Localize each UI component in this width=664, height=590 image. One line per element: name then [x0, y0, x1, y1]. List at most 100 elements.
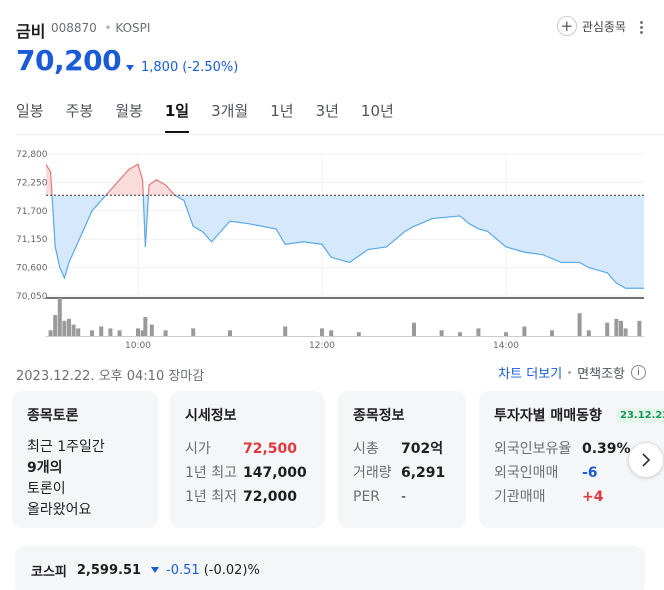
volume-bar	[439, 330, 444, 336]
volume-bar	[62, 320, 67, 336]
volume-bar	[149, 324, 154, 336]
info-icon[interactable]: i	[631, 365, 646, 380]
volume-bar	[163, 330, 168, 336]
index-ticker[interactable]: 코스피 2,599.51 -0.51 (-0.02)%	[15, 546, 645, 590]
investor-row: 외국인매매 -6	[494, 461, 649, 485]
volume-bar	[522, 326, 527, 336]
y-tick-label: 72,800	[16, 150, 48, 160]
volume-bar	[71, 324, 76, 336]
stock-code-market: 008870 • KOSPI	[51, 21, 151, 35]
stock-info-value: 702억	[401, 441, 444, 457]
index-change: -0.51	[151, 563, 200, 578]
volume-bar	[48, 330, 53, 336]
investor-row: 기관매매 +4	[494, 485, 649, 509]
volume-bar	[117, 330, 122, 336]
stock-name: 금비	[16, 22, 46, 41]
tab-1day[interactable]: 1일	[164, 100, 190, 133]
stock-info-row: 시총 702억	[353, 437, 451, 461]
watchlist-label: 관심종목	[581, 19, 626, 34]
volume-bar	[637, 320, 642, 336]
volume-bar	[228, 330, 232, 336]
forum-line-2: 9개의	[27, 460, 63, 476]
forum-line-4: 올라왔어요	[27, 502, 92, 518]
tab-1year[interactable]: 1년	[270, 100, 293, 133]
volume-bar	[90, 330, 94, 336]
volume-bar	[76, 328, 81, 336]
y-tick-label: 70,050	[16, 292, 48, 302]
investor-label: 외국인보유율	[494, 441, 572, 457]
tab-3year[interactable]: 3년	[316, 100, 339, 133]
investor-value: +4	[582, 489, 604, 505]
next-card-button[interactable]	[628, 442, 664, 478]
tabs-divider	[16, 134, 664, 135]
tab-daily[interactable]: 일봉	[16, 100, 44, 133]
market-label: KOSPI	[115, 21, 151, 35]
quote-title: 시세정보	[185, 408, 237, 424]
stock-info-label: 거래량	[353, 465, 392, 481]
volume-bar	[143, 317, 148, 336]
stock-info-value: 6,291	[401, 465, 446, 481]
chevron-right-icon	[642, 453, 651, 467]
market-close-timestamp: 2023.12.22. 오후 04:10 장마감	[16, 369, 205, 384]
volume-bar	[550, 330, 554, 336]
volume-bar	[108, 328, 113, 336]
quote-label: 1년 최고	[185, 465, 237, 481]
volume-bar	[577, 313, 582, 336]
disclaimer-link[interactable]: 면책조항	[577, 363, 625, 382]
period-tabs: 일봉 주봉 월봉 1일 3개월 1년 3년 10년	[16, 100, 416, 133]
watchlist-button[interactable]: + 관심종목	[556, 16, 626, 36]
quote-row: 1년 최고 147,000	[185, 461, 310, 485]
x-tick-label: 14:00	[493, 341, 519, 351]
investor-label: 기관매매	[494, 489, 546, 505]
volume-bar	[412, 322, 416, 336]
volume-bar	[136, 328, 140, 336]
x-tick-label: 12:00	[309, 341, 335, 351]
more-options-icon[interactable]	[634, 16, 648, 38]
stock-header: 금비 008870 • KOSPI + 관심종목	[16, 16, 648, 41]
plus-icon: +	[556, 16, 577, 36]
chart-links: 차트 더보기 면책조항 i	[498, 363, 646, 382]
tab-10year[interactable]: 10년	[361, 100, 394, 133]
y-tick-label: 72,250	[16, 178, 48, 188]
volume-bar	[476, 328, 481, 336]
volume-bar	[605, 322, 610, 336]
y-tick-label: 71,700	[16, 207, 48, 217]
y-tick-label: 70,600	[16, 264, 48, 274]
price-change: 1,800 (-2.50%)	[126, 60, 238, 75]
volume-bar	[458, 332, 462, 336]
quote-row: 시가 72,500	[185, 437, 310, 461]
stock-info-value: -	[401, 489, 407, 505]
down-triangle-icon	[126, 64, 134, 71]
change-value: 1,800	[141, 60, 179, 75]
quote-value: 72,500	[243, 441, 298, 457]
stock-code: 008870	[51, 21, 97, 35]
separator-dot	[568, 371, 572, 374]
investor-value: 0.39%	[582, 441, 631, 457]
price-chart[interactable]: 72,800 72,250 71,700 71,150 70,600 70,050 10:0…	[0, 136, 664, 358]
investor-row: 외국인보유율 0.39%	[494, 437, 649, 461]
volume-bar	[586, 330, 591, 336]
stock-info-row: PER -	[353, 485, 451, 509]
volume-bar	[614, 318, 619, 336]
forum-card[interactable]: 종목토론 최근 1주일간 9개의 토론이 올라왔어요	[12, 391, 158, 528]
current-price: 70,200	[16, 44, 122, 77]
volume-bar	[619, 320, 623, 336]
volume-bar	[67, 318, 71, 336]
tab-monthly[interactable]: 월봉	[115, 100, 143, 133]
tab-weekly[interactable]: 주봉	[66, 100, 94, 133]
quote-card[interactable]: 시세정보 시가 72,500 1년 최고 147,000 1년 최저 72,00…	[170, 391, 325, 528]
volume-bar	[57, 298, 62, 336]
investor-value: -6	[582, 465, 598, 481]
volume-bar	[504, 332, 508, 336]
index-name: 코스피	[31, 564, 67, 580]
forum-line-1: 최근 1주일간	[27, 439, 105, 455]
volume-bar	[623, 328, 628, 336]
stock-info-card[interactable]: 종목정보 시총 702억 거래량 6,291 PER -	[338, 391, 466, 528]
tab-3month[interactable]: 3개월	[211, 100, 248, 133]
stock-info-row: 거래량 6,291	[353, 461, 451, 485]
quote-label: 1년 최저	[185, 489, 237, 505]
y-tick-label: 71,150	[16, 235, 48, 245]
more-chart-link[interactable]: 차트 더보기	[498, 363, 562, 382]
forum-title: 종목토론	[27, 408, 79, 424]
stock-info-title: 종목정보	[353, 408, 405, 424]
